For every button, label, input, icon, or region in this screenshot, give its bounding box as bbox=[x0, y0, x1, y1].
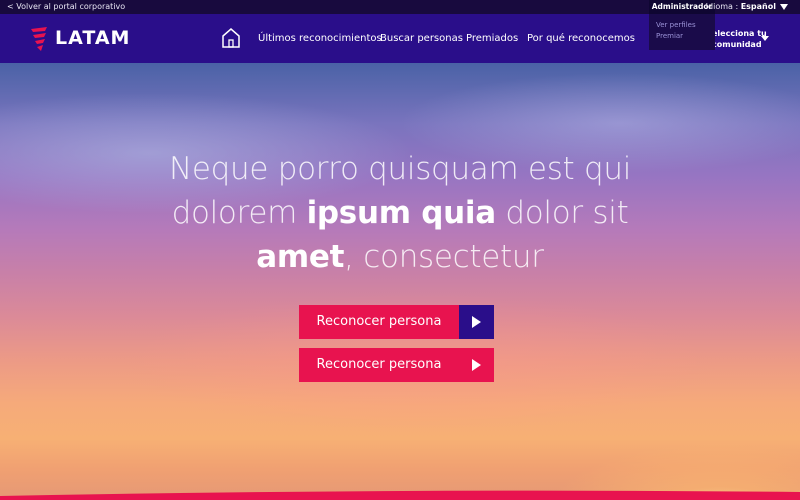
community-selector[interactable]: elecciona tu comunidad bbox=[712, 28, 792, 50]
recognize-person-button-secondary[interactable]: Reconocer persona bbox=[299, 348, 494, 382]
chevron-down-icon bbox=[780, 3, 788, 10]
recognize-person-button-primary[interactable]: Reconocer persona bbox=[299, 305, 494, 339]
hero-title-bold-1: ipsum quia bbox=[306, 195, 497, 231]
hero-title-bold-2: amet bbox=[256, 239, 345, 275]
nav-item-awarded[interactable]: Premiados bbox=[466, 33, 518, 44]
latam-logo-icon bbox=[31, 27, 47, 51]
hero-title: Neque porro quisquam est qui dolorem ips… bbox=[160, 147, 640, 279]
nav-item-search-people[interactable]: Buscar personas bbox=[380, 33, 463, 44]
home-icon[interactable] bbox=[221, 27, 241, 49]
hero-section: Neque porro quisquam est qui dolorem ips… bbox=[0, 63, 800, 500]
hero-title-text-3: , consectetur bbox=[344, 239, 544, 275]
play-arrow-icon bbox=[459, 348, 494, 382]
community-label-line2: comunidad bbox=[712, 40, 762, 49]
recognize-person-label: Reconocer persona bbox=[299, 348, 459, 382]
language-prefix: Idioma : bbox=[705, 2, 741, 11]
bottom-accent-band bbox=[0, 490, 800, 500]
admin-dropdown-menu: Ver perfiles Premiar bbox=[649, 14, 715, 50]
play-arrow-icon bbox=[459, 305, 494, 339]
language-value: Español bbox=[740, 2, 776, 11]
community-label-line1: elecciona tu bbox=[712, 29, 767, 38]
admin-menu-item-view-profiles[interactable]: Ver perfiles bbox=[649, 20, 715, 31]
chevron-down-icon bbox=[761, 36, 769, 41]
logo-text: LATAM bbox=[55, 27, 131, 49]
back-to-portal-link[interactable]: < Volver al portal corporativo bbox=[7, 0, 125, 14]
utility-bar: < Volver al portal corporativo Administr… bbox=[0, 0, 800, 14]
nav-item-why-recognize[interactable]: Por qué reconocemos bbox=[527, 33, 635, 44]
recognize-person-label: Reconocer persona bbox=[299, 305, 459, 339]
language-selector[interactable]: Idioma : Español bbox=[706, 0, 788, 14]
latam-logo[interactable]: LATAM bbox=[29, 26, 129, 52]
hero-title-text-2: dolor sit bbox=[495, 195, 629, 231]
admin-menu-item-award[interactable]: Premiar bbox=[649, 31, 715, 42]
nav-item-latest-recognitions[interactable]: Últimos reconocimientos bbox=[258, 33, 382, 44]
